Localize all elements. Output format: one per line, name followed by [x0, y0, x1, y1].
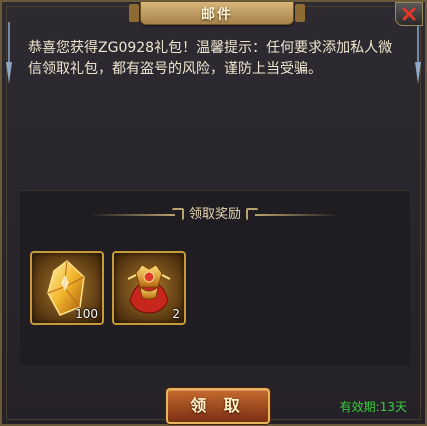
reward-item-slot[interactable]: 100 [30, 251, 104, 325]
reward-title: 领取奖励 [188, 207, 241, 222]
title-banner: 邮件 [129, 2, 305, 25]
tassel-right-icon [415, 22, 421, 84]
item-count: 2 [172, 307, 180, 321]
divider-right [255, 214, 340, 216]
dialog-title: 邮件 [201, 7, 233, 23]
reward-panel: 领取奖励 100 2 [20, 190, 410, 365]
ornament-left-icon [172, 208, 184, 220]
tassel-left-icon [6, 22, 12, 84]
reward-items: 100 2 [30, 251, 186, 325]
expiry-label: 有效期:13天 [339, 400, 407, 414]
reward-header: 领取奖励 [20, 203, 410, 227]
reward-item-slot[interactable]: 2 [112, 251, 186, 325]
claim-button[interactable]: 领 取 [166, 388, 270, 424]
mail-dialog: 邮件 恭喜您获得ZG0928礼包！温馨提示：任何要求添加私人微信领取礼包，都有盗… [0, 0, 427, 426]
close-icon [402, 7, 416, 21]
divider-left [90, 214, 175, 216]
close-button[interactable] [395, 2, 423, 26]
item-count: 100 [75, 307, 98, 321]
mail-message: 恭喜您获得ZG0928礼包！温馨提示：任何要求添加私人微信领取礼包，都有盗号的风… [28, 40, 393, 77]
